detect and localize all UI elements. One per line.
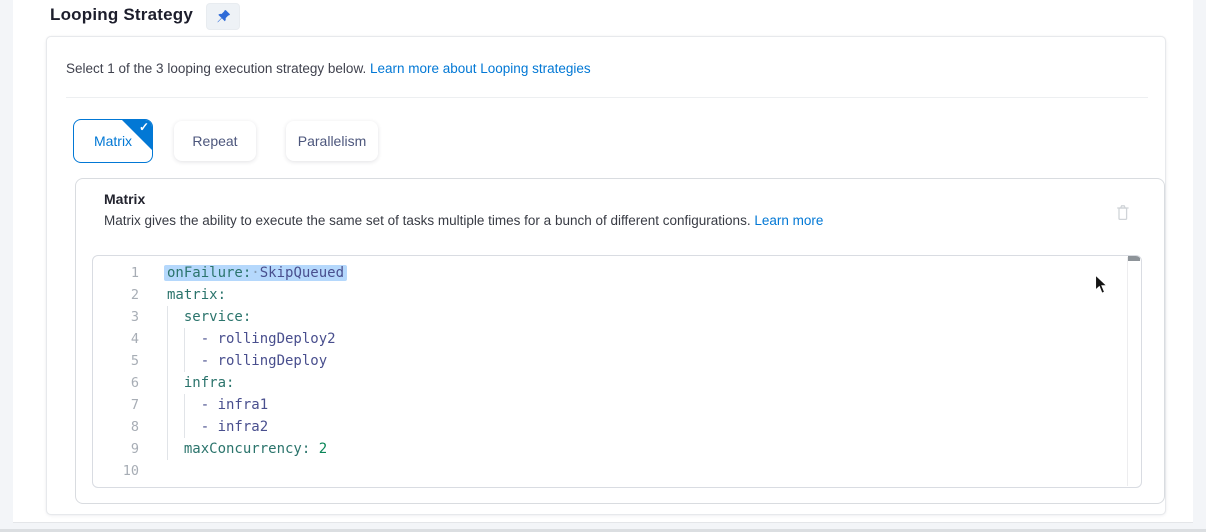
line-number: 9	[93, 438, 139, 460]
pin-button[interactable]	[206, 3, 240, 30]
line-number: 10	[93, 460, 139, 482]
line-number: 5	[93, 350, 139, 372]
editor-line[interactable]: 3 service:	[93, 306, 1141, 328]
pin-icon	[216, 9, 231, 24]
intro-text: Select 1 of the 3 looping execution stra…	[66, 61, 591, 76]
tab-parallelism-label: Parallelism	[298, 133, 366, 149]
code-text: - rollingDeploy2	[167, 328, 336, 350]
looping-strategy-drawer: Looping Strategy Select 1 of the 3 loopi…	[13, 0, 1193, 523]
text-selection: onFailure:·SkipQueued	[164, 265, 347, 281]
code-text: service:	[167, 306, 251, 328]
line-number: 7	[93, 394, 139, 416]
code-text: maxConcurrency: 2	[167, 438, 327, 460]
matrix-panel-description: Matrix gives the ability to execute the …	[104, 213, 823, 228]
line-number: 3	[93, 306, 139, 328]
code-text: - infra2	[167, 416, 268, 438]
code-text: onFailure:·SkipQueued	[167, 262, 344, 284]
strategy-card: Select 1 of the 3 looping execution stra…	[46, 36, 1166, 515]
divider	[66, 97, 1148, 98]
editor-line[interactable]: 7 - infra1	[93, 394, 1141, 416]
line-number: 1	[93, 262, 139, 284]
editor-lines: 1onFailure:·SkipQueued2matrix:3 service:…	[93, 262, 1141, 482]
matrix-panel-title: Matrix	[104, 191, 145, 207]
looping-strategies-link[interactable]: Learn more about Looping strategies	[370, 61, 591, 76]
editor-line[interactable]: 1 onFailure:·SkipQueued	[93, 262, 1141, 284]
page-title: Looping Strategy	[50, 5, 193, 25]
line-number: 8	[93, 416, 139, 438]
line-number: 4	[93, 328, 139, 350]
tab-repeat-label: Repeat	[192, 133, 237, 149]
editor-line[interactable]: 4 - rollingDeploy2	[93, 328, 1141, 350]
matrix-panel: Matrix Matrix gives the ability to execu…	[75, 178, 1165, 504]
code-text: matrix:	[167, 284, 226, 306]
tab-matrix[interactable]: Matrix ✓	[73, 119, 153, 163]
checkmark-icon: ✓	[139, 120, 149, 134]
editor-line[interactable]: 6 infra:	[93, 372, 1141, 394]
mouse-cursor	[1094, 274, 1108, 300]
editor-line[interactable]: 9 maxConcurrency: 2	[93, 438, 1141, 460]
editor-line[interactable]: 5 - rollingDeploy	[93, 350, 1141, 372]
trash-icon[interactable]	[1114, 203, 1134, 223]
line-number: 2	[93, 284, 139, 306]
tab-repeat[interactable]: Repeat	[174, 121, 256, 161]
line-number: 6	[93, 372, 139, 394]
intro-sentence: Select 1 of the 3 looping execution stra…	[66, 61, 370, 76]
scrollbar-thumb[interactable]	[1128, 256, 1140, 261]
matrix-desc-sentence: Matrix gives the ability to execute the …	[104, 213, 754, 228]
tab-parallelism[interactable]: Parallelism	[286, 121, 378, 161]
yaml-editor[interactable]: 1onFailure:·SkipQueued2matrix:3 service:…	[92, 255, 1142, 488]
learn-more-link[interactable]: Learn more	[754, 213, 823, 228]
code-text: - rollingDeploy	[167, 350, 327, 372]
code-text: - infra1	[167, 394, 268, 416]
editor-line[interactable]: 2 matrix:	[93, 284, 1141, 306]
code-text: infra:	[167, 372, 234, 394]
scrollbar-track	[1127, 257, 1128, 486]
editor-line[interactable]: 8 - infra2	[93, 416, 1141, 438]
editor-line[interactable]: 10	[93, 460, 1141, 482]
